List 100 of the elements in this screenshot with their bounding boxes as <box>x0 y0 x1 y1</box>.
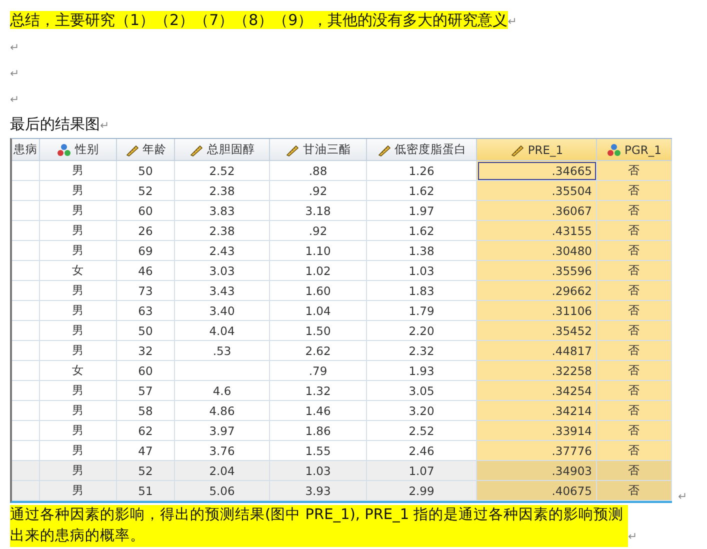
ruler-icon <box>285 142 299 156</box>
table-cell: 50 <box>117 321 175 341</box>
table-cell: 男 <box>40 381 117 401</box>
table-cell: 63 <box>117 301 175 321</box>
table-cell: 69 <box>117 241 175 261</box>
table-cell: 2.38 <box>175 221 270 241</box>
table-cell <box>12 221 40 241</box>
table-cell: .36067 <box>477 201 597 221</box>
table-cell: 否 <box>597 481 672 501</box>
paragraph-mark: ↵ <box>508 15 517 28</box>
three-balls-icon <box>57 142 71 156</box>
table-cell: 男 <box>40 181 117 201</box>
table-cell: 1.86 <box>270 421 367 441</box>
table-cell: 男 <box>40 421 117 441</box>
table-cell <box>12 321 40 341</box>
table-cell: 否 <box>597 221 672 241</box>
table-cell: 否 <box>597 321 672 341</box>
paragraph-mark: ↵ <box>678 490 688 503</box>
table-cell: 1.04 <box>270 301 367 321</box>
table-cell <box>12 341 40 361</box>
table-cell <box>12 421 40 441</box>
table-cell: 否 <box>597 361 672 381</box>
table-cell: .40675 <box>477 481 597 501</box>
table-cell: 57 <box>117 381 175 401</box>
column-header[interactable]: PRE_1 <box>477 139 597 161</box>
table-cell: 62 <box>117 421 175 441</box>
table-cell: 否 <box>597 241 672 261</box>
table-cell: 5.06 <box>175 481 270 501</box>
table-cell: 女 <box>40 361 117 381</box>
column-header[interactable]: 甘油三酯 <box>270 139 367 161</box>
column-header[interactable]: 低密度脂蛋白 <box>367 139 477 161</box>
table-cell <box>12 301 40 321</box>
table-cell: 男 <box>40 461 117 481</box>
table-cell: 51 <box>117 481 175 501</box>
table-cell: 60 <box>117 201 175 221</box>
table-cell <box>12 481 40 501</box>
paragraph-mark: ↵ <box>628 529 638 545</box>
table-cell: 4.04 <box>175 321 270 341</box>
table-cell: 52 <box>117 461 175 481</box>
ruler-icon <box>124 142 138 156</box>
table-cell: 否 <box>597 441 672 461</box>
table-cell: 2.38 <box>175 181 270 201</box>
table-cell: 否 <box>597 261 672 281</box>
table-cell: .92 <box>270 221 367 241</box>
table-cell: .53 <box>175 341 270 361</box>
table-cell: 否 <box>597 181 672 201</box>
table-cell: 否 <box>597 461 672 481</box>
table-cell <box>12 241 40 261</box>
column-header[interactable]: 性别 <box>40 139 117 161</box>
table-cell <box>12 401 40 421</box>
table-cell <box>12 461 40 481</box>
table-cell: .35596 <box>477 261 597 281</box>
table-cell: .37776 <box>477 441 597 461</box>
table-cell: 3.40 <box>175 301 270 321</box>
table-cell: 男 <box>40 161 117 181</box>
ruler-icon <box>189 142 203 156</box>
column-header[interactable]: 年龄 <box>117 139 175 161</box>
table-cell: 2.52 <box>175 161 270 181</box>
table-cell: 2.04 <box>175 461 270 481</box>
table-cell: .34903 <box>477 461 597 481</box>
table-cell <box>12 181 40 201</box>
table-cell: 3.03 <box>175 261 270 281</box>
column-header[interactable]: 总胆固醇 <box>175 139 270 161</box>
table-cell: 男 <box>40 221 117 241</box>
table-cell: 1.46 <box>270 401 367 421</box>
table-cell: .43155 <box>477 221 597 241</box>
table-cell: 58 <box>117 401 175 421</box>
table-cell: .88 <box>270 161 367 181</box>
table-cell: 1.50 <box>270 321 367 341</box>
table-cell: 1.10 <box>270 241 367 261</box>
table-cell <box>12 201 40 221</box>
table-cell: 否 <box>597 401 672 421</box>
table-cell: 73 <box>117 281 175 301</box>
table-cell: 男 <box>40 281 117 301</box>
paragraph-text: 最后的结果图 <box>10 115 100 133</box>
table-cell <box>12 361 40 381</box>
table-cell: .34665 <box>477 161 597 181</box>
ruler-icon <box>376 142 390 156</box>
paragraph-mark: ↵ <box>100 119 110 132</box>
paragraph-mark: ↵ <box>10 67 20 80</box>
table-cell: 否 <box>597 161 672 181</box>
table-cell: 男 <box>40 341 117 361</box>
table-cell: 1.32 <box>270 381 367 401</box>
table-cell: 1.60 <box>270 281 367 301</box>
column-header[interactable]: PGR_1 <box>597 139 672 161</box>
table-cell: 2.99 <box>367 481 477 501</box>
table-cell <box>12 281 40 301</box>
table-cell: .33914 <box>477 421 597 441</box>
column-header[interactable]: 患病 <box>12 139 40 161</box>
table-cell: 3.93 <box>270 481 367 501</box>
table-cell: 52 <box>117 181 175 201</box>
table-cell: 否 <box>597 281 672 301</box>
table-cell: 2.62 <box>270 341 367 361</box>
table-cell: 4.86 <box>175 401 270 421</box>
table-cell: 男 <box>40 321 117 341</box>
table-cell: 男 <box>40 481 117 501</box>
table-cell: 2.43 <box>175 241 270 261</box>
table-cell: .34214 <box>477 401 597 421</box>
three-balls-icon <box>606 142 621 156</box>
table-cell: .32258 <box>477 361 597 381</box>
